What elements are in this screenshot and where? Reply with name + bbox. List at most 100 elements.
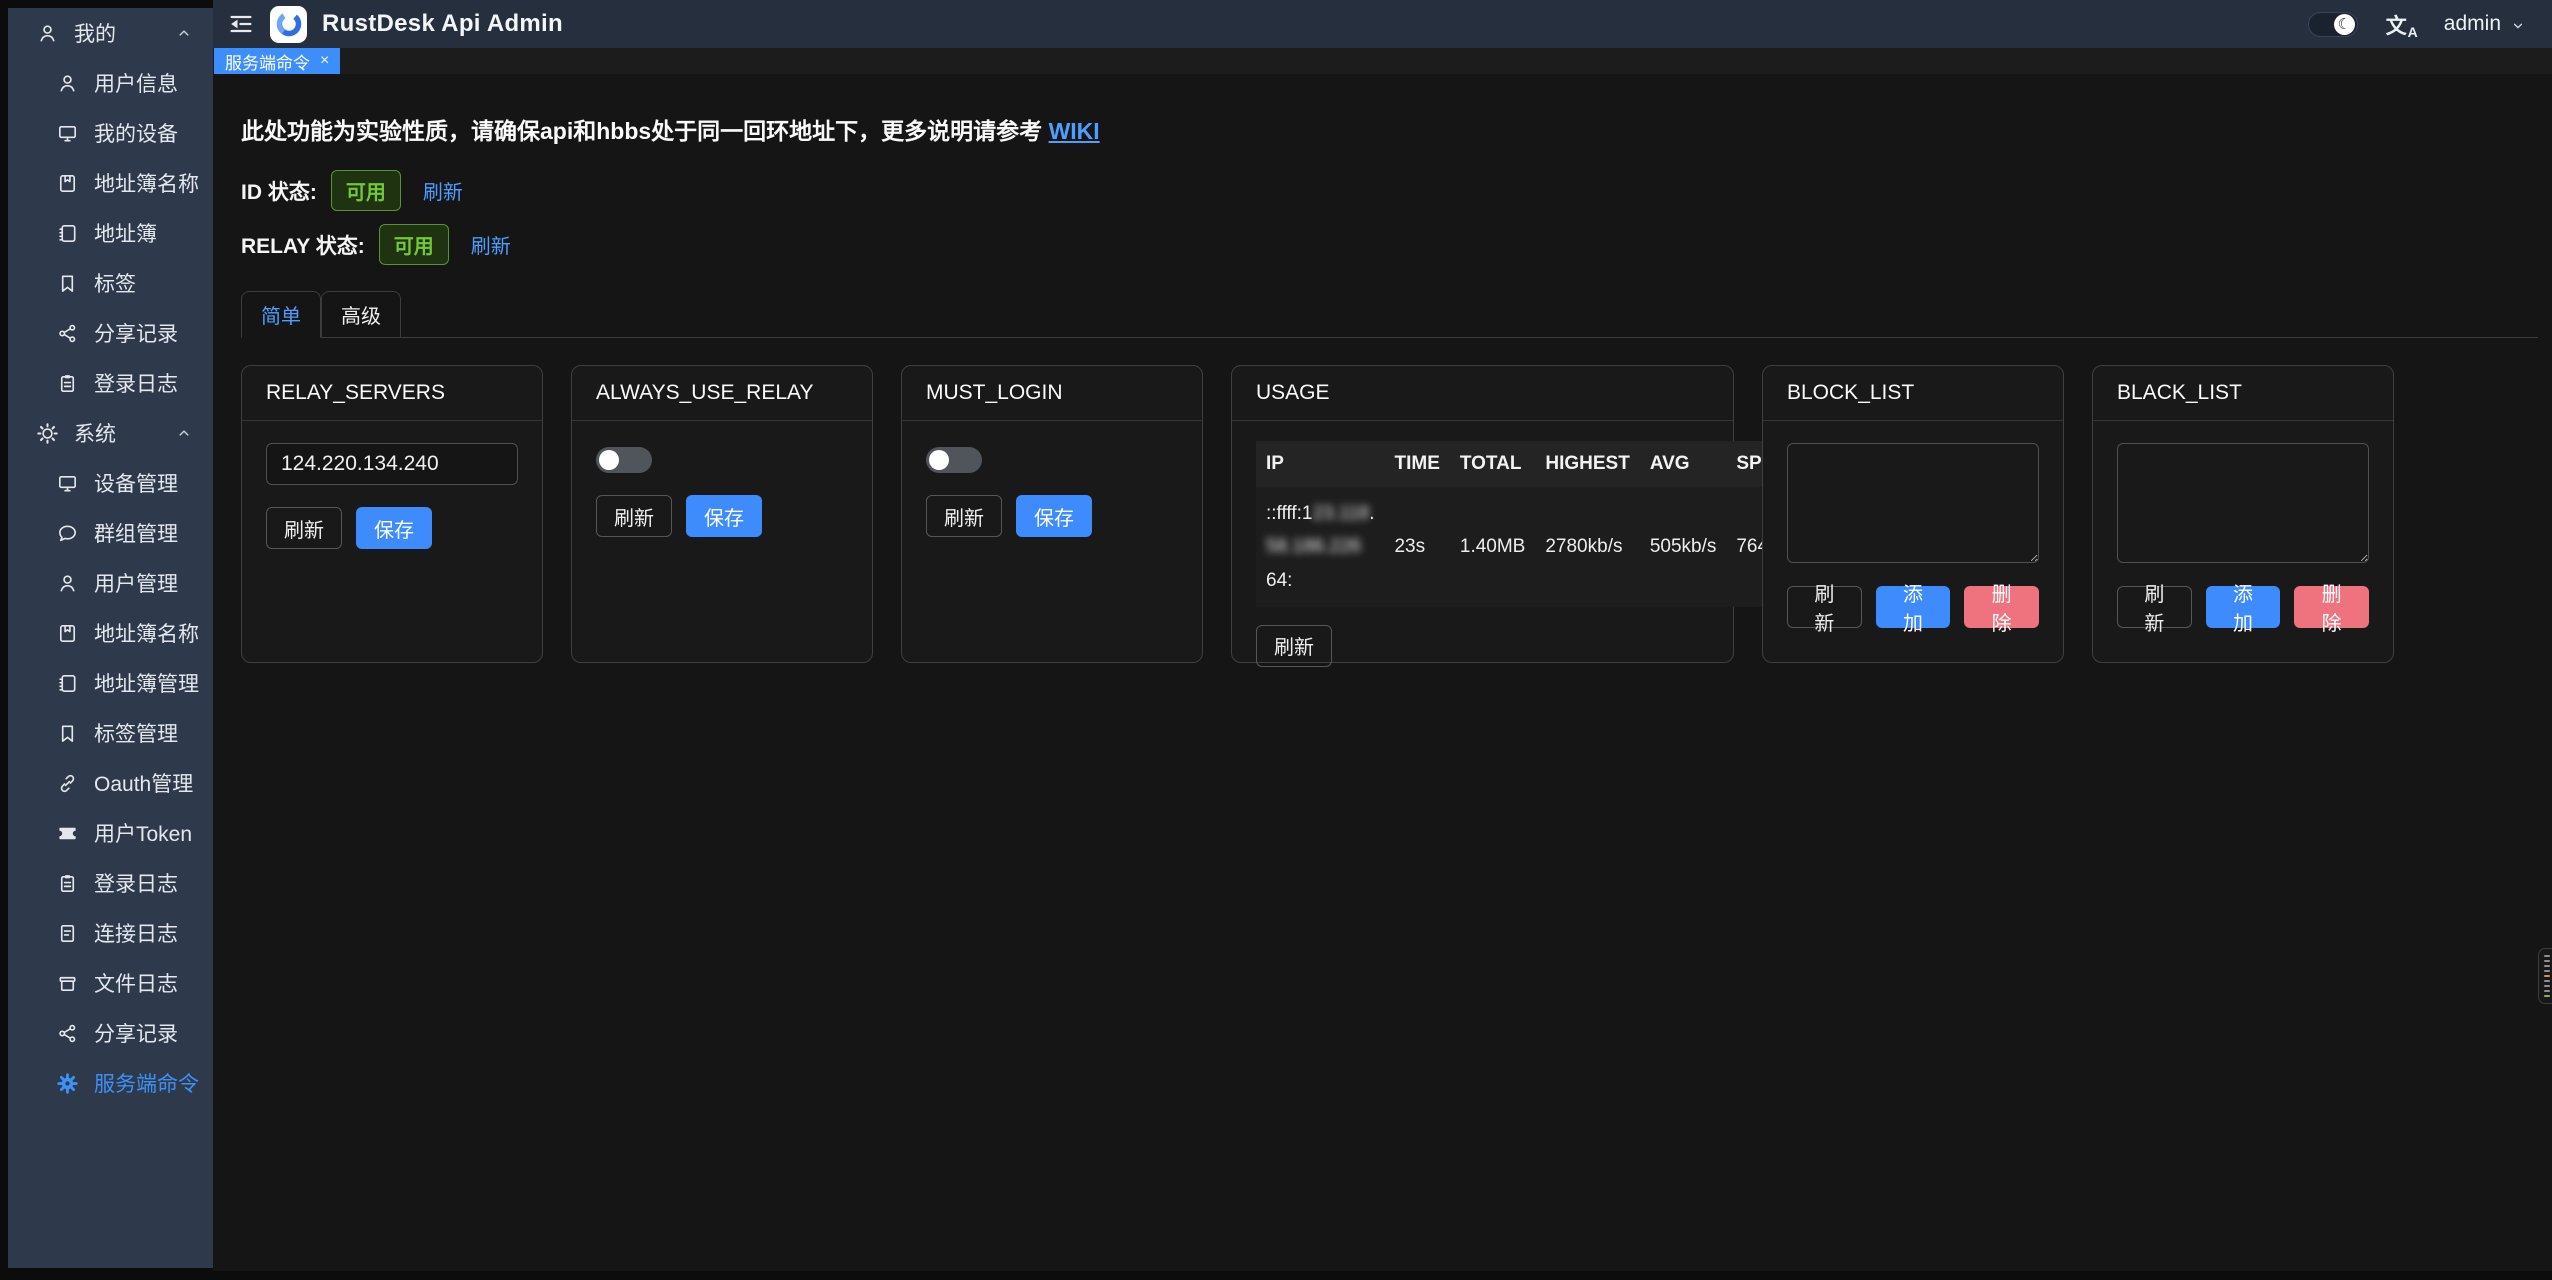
sidebar-item-device-mgmt[interactable]: 设备管理 bbox=[8, 458, 213, 508]
usage-table-header-row: IP TIME TOTAL HIGHEST AVG SPEED bbox=[1256, 441, 1813, 487]
save-button[interactable]: 保存 bbox=[1016, 495, 1092, 537]
col-time: TIME bbox=[1384, 441, 1449, 487]
sidebar-item-label: 登录日志 bbox=[94, 368, 178, 398]
chevron-up-icon bbox=[175, 424, 193, 442]
refresh-button[interactable]: 刷新 bbox=[1256, 625, 1332, 667]
id-refresh-link[interactable]: 刷新 bbox=[423, 176, 463, 205]
usage-ip-cell: ::ffff:123.118. 58.186.226 64: bbox=[1256, 487, 1384, 607]
sidebar-item-tag-mgmt[interactable]: 标签管理 bbox=[8, 708, 213, 758]
dark-mode-toggle[interactable]: ☾ bbox=[2308, 12, 2358, 37]
sidebar-section-my[interactable]: 我的 bbox=[8, 8, 213, 58]
sidebar-item-tags[interactable]: 标签 bbox=[8, 258, 213, 308]
sidebar-item-addressbook-names[interactable]: 地址簿名称 bbox=[8, 158, 213, 208]
card-title: RELAY_SERVERS bbox=[242, 366, 542, 421]
card-title: MUST_LOGIN bbox=[902, 366, 1202, 421]
sidebar: 我的 用户信息 我的设备 地址簿名称 地址簿 标签 分享记录 登录日志 系统 设… bbox=[8, 8, 213, 1268]
sidebar-item-label: 地址簿管理 bbox=[94, 668, 199, 698]
card-title: USAGE bbox=[1232, 366, 1733, 421]
sidebar-item-server-commands[interactable]: 服务端命令 bbox=[8, 1058, 213, 1108]
monitor-icon bbox=[56, 122, 79, 145]
experimental-notice: 此处功能为实验性质，请确保api和hbbs处于同一回环地址下，更多说明请参考 W… bbox=[241, 112, 2538, 146]
usage-avg-cell: 505kb/s bbox=[1640, 487, 1727, 607]
save-button[interactable]: 保存 bbox=[686, 495, 762, 537]
refresh-button[interactable]: 刷新 bbox=[926, 495, 1002, 537]
sidebar-item-addressbook[interactable]: 地址簿 bbox=[8, 208, 213, 258]
card-title: ALWAYS_USE_RELAY bbox=[572, 366, 872, 421]
usage-table-row: ::ffff:123.118. 58.186.226 64: 23s 1.40M… bbox=[1256, 487, 1813, 607]
username: admin bbox=[2444, 12, 2501, 36]
tab-advanced[interactable]: 高级 bbox=[321, 291, 401, 337]
sidebar-item-share-records-sys[interactable]: 分享记录 bbox=[8, 1008, 213, 1058]
sidebar-item-label: 用户Token bbox=[94, 818, 192, 848]
sidebar-item-user-mgmt[interactable]: 用户管理 bbox=[8, 558, 213, 608]
scroll-minimap-widget[interactable] bbox=[2538, 948, 2552, 1004]
tab-label: 服务端命令 bbox=[225, 49, 310, 74]
tab-server-commands[interactable]: 服务端命令 × bbox=[214, 48, 340, 74]
must-login-switch[interactable] bbox=[926, 447, 982, 473]
clipboard-icon bbox=[56, 372, 79, 395]
delete-button[interactable]: 删除 bbox=[1964, 586, 2039, 628]
sidebar-item-user-info[interactable]: 用户信息 bbox=[8, 58, 213, 108]
bookmark-icon bbox=[56, 722, 79, 745]
relay-status-row: RELAY 状态: 可用 刷新 bbox=[241, 224, 2538, 265]
usage-highest-cell: 2780kb/s bbox=[1535, 487, 1639, 607]
sidebar-section-system[interactable]: 系统 bbox=[8, 408, 213, 458]
black-list-textarea[interactable] bbox=[2117, 443, 2369, 563]
redacted-ip-part: 58.186.226 bbox=[1266, 536, 1361, 557]
sidebar-item-file-logs[interactable]: 文件日志 bbox=[8, 958, 213, 1008]
sidebar-item-addressbook-names-mgmt[interactable]: 地址簿名称 bbox=[8, 608, 213, 658]
card-must-login: MUST_LOGIN 刷新 保存 bbox=[901, 365, 1203, 663]
col-avg: AVG bbox=[1640, 441, 1727, 487]
sidebar-item-label: Oauth管理 bbox=[94, 768, 193, 798]
sidebar-item-label: 地址簿 bbox=[94, 218, 157, 248]
sidebar-item-my-devices[interactable]: 我的设备 bbox=[8, 108, 213, 158]
delete-button[interactable]: 删除 bbox=[2294, 586, 2369, 628]
refresh-button[interactable]: 刷新 bbox=[1787, 586, 1862, 628]
add-button[interactable]: 添加 bbox=[1876, 586, 1951, 628]
close-icon[interactable]: × bbox=[320, 52, 329, 70]
wiki-link[interactable]: WIKI bbox=[1049, 118, 1100, 144]
gear-icon bbox=[36, 422, 59, 445]
gear-solid-icon bbox=[56, 1072, 79, 1095]
page-tab-bar: 服务端命令 × bbox=[213, 48, 2552, 74]
sidebar-item-user-token[interactable]: 用户Token bbox=[8, 808, 213, 858]
sidebar-item-addressbook-mgmt[interactable]: 地址簿管理 bbox=[8, 658, 213, 708]
always-use-relay-switch[interactable] bbox=[596, 447, 652, 473]
col-ip: IP bbox=[1256, 441, 1384, 487]
block-list-textarea[interactable] bbox=[1787, 443, 2039, 563]
language-switch-icon[interactable]: 文A bbox=[2386, 10, 2416, 38]
book-icon bbox=[56, 172, 79, 195]
save-button[interactable]: 保存 bbox=[356, 507, 432, 549]
tab-simple[interactable]: 简单 bbox=[241, 291, 321, 338]
relay-status-badge: 可用 bbox=[379, 224, 449, 265]
sidebar-item-login-logs[interactable]: 登录日志 bbox=[8, 358, 213, 408]
sidebar-item-login-logs-sys[interactable]: 登录日志 bbox=[8, 858, 213, 908]
ticket-icon bbox=[56, 822, 79, 845]
sidebar-item-share-records[interactable]: 分享记录 bbox=[8, 308, 213, 358]
sidebar-item-label: 用户信息 bbox=[94, 68, 178, 98]
book-icon bbox=[56, 622, 79, 645]
sidebar-item-oauth-mgmt[interactable]: Oauth管理 bbox=[8, 758, 213, 808]
refresh-button[interactable]: 刷新 bbox=[2117, 586, 2192, 628]
sidebar-item-label: 地址簿名称 bbox=[94, 618, 199, 648]
user-menu[interactable]: admin bbox=[2444, 12, 2526, 36]
sidebar-item-connection-logs[interactable]: 连接日志 bbox=[8, 908, 213, 958]
col-highest: HIGHEST bbox=[1535, 441, 1639, 487]
sidebar-item-label: 我的设备 bbox=[94, 118, 178, 148]
card-title: BLOCK_LIST bbox=[1763, 366, 2063, 421]
refresh-button[interactable]: 刷新 bbox=[596, 495, 672, 537]
link-icon bbox=[56, 772, 79, 795]
sidebar-collapse-icon[interactable] bbox=[227, 10, 255, 38]
sidebar-item-label: 连接日志 bbox=[94, 918, 178, 948]
refresh-button[interactable]: 刷新 bbox=[266, 507, 342, 549]
card-usage: USAGE IP TIME TOTAL HIGHEST AVG SPEED bbox=[1231, 365, 1734, 663]
sidebar-item-label: 标签管理 bbox=[94, 718, 178, 748]
sidebar-item-label: 文件日志 bbox=[94, 968, 178, 998]
add-button[interactable]: 添加 bbox=[2206, 586, 2281, 628]
relay-servers-input[interactable] bbox=[266, 443, 518, 485]
relay-refresh-link[interactable]: 刷新 bbox=[471, 230, 511, 259]
chevron-up-icon bbox=[175, 24, 193, 42]
sidebar-item-label: 设备管理 bbox=[94, 468, 178, 498]
monitor-icon bbox=[56, 472, 79, 495]
sidebar-item-group-mgmt[interactable]: 群组管理 bbox=[8, 508, 213, 558]
